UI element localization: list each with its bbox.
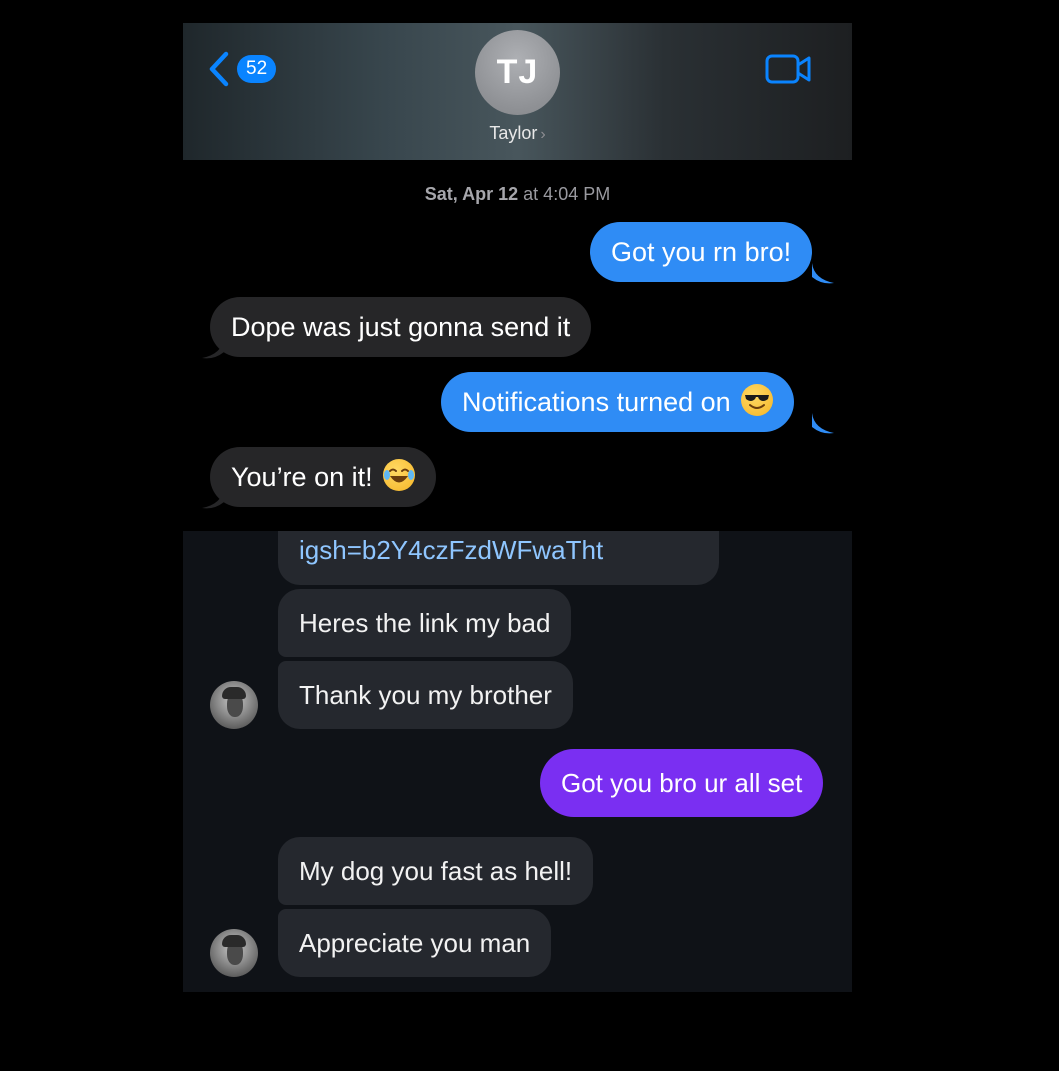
timestamp-day: Sat, Apr 12 [424,184,519,204]
incoming-message-bubble[interactable]: You’re on it! [210,447,436,507]
message-text: Got you bro ur all set [561,768,803,798]
back-button[interactable]: 52 [207,51,287,87]
sender-avatar[interactable] [210,929,258,977]
contact-name: Taylor [489,123,538,143]
timestamp-time: at 4:04 PM [523,184,611,204]
message-text: Thank you my brother [299,680,552,710]
avatar-initials: TJ [496,53,539,91]
contact-name-button[interactable]: Taylor › [183,123,852,144]
contact-avatar[interactable]: TJ [475,30,560,115]
bubble-tail [812,413,834,434]
chevron-left-icon [209,51,229,87]
incoming-message-bubble[interactable]: My dog you fast as hell! [278,837,594,905]
video-call-icon[interactable] [765,53,813,85]
instagram-dm-conversation: igsh=b2Y4czFzdWFwaTht Heres the link my … [183,531,852,992]
message-text: My dog you fast as hell! [299,856,573,886]
incoming-message-bubble[interactable]: Dope was just gonna send it [210,297,592,357]
incoming-message-bubble[interactable]: Thank you my brother [278,661,573,729]
bubble-tail [202,488,224,509]
face-with-tears-of-joy-icon [382,459,415,491]
message-text: Dope was just gonna send it [231,312,571,342]
message-link[interactable]: igsh=b2Y4czFzdWFwaTht [299,535,603,565]
outgoing-message-bubble[interactable]: Got you rn bro! [590,222,813,282]
bubble-tail [202,338,224,359]
unread-count-badge: 52 [237,55,277,83]
message-text: You’re on it! [231,462,373,492]
message-timestamp: Sat, Apr 12 at 4:04 PM [183,184,852,205]
conversation-header: 52 TJ Taylor › [183,23,852,160]
imessage-conversation: 52 TJ Taylor › Sat, Apr 12 at 4:04 PM Got… [183,23,852,531]
sender-avatar[interactable] [210,681,258,729]
message-text: Appreciate you man [299,928,531,958]
message-text: Got you rn bro! [611,237,792,267]
bubble-tail [812,263,834,284]
incoming-message-bubble[interactable]: Appreciate you man [278,909,552,977]
outgoing-message-bubble[interactable]: Notifications turned on [441,372,794,432]
message-text: Notifications turned on [462,387,731,417]
chevron-right-icon: › [540,126,546,143]
outgoing-message-bubble[interactable]: Got you bro ur all set [540,749,824,817]
smiling-face-with-sunglasses-icon [740,384,773,416]
screenshot-collage: 52 TJ Taylor › Sat, Apr 12 at 4:04 PM Got… [0,0,1059,1071]
message-text: Heres the link my bad [299,608,551,638]
incoming-link-message[interactable]: igsh=b2Y4czFzdWFwaTht [278,531,719,585]
incoming-message-bubble[interactable]: Heres the link my bad [278,589,572,657]
